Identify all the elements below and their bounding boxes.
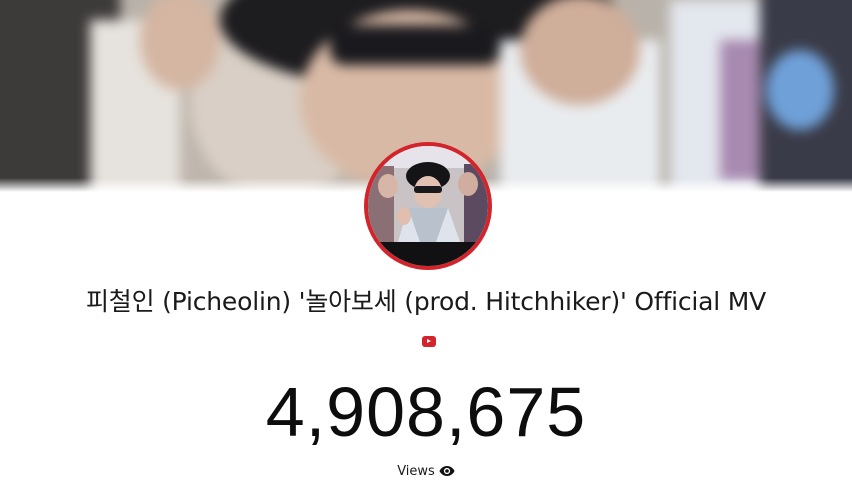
view-counter-page: 피철인 (Picheolin) '놀아보세 (prod. Hitchhiker)…: [0, 0, 852, 504]
views-label-row: Views: [0, 464, 852, 479]
eye-icon: [439, 466, 455, 476]
views-label: Views: [397, 464, 435, 479]
youtube-icon[interactable]: [422, 336, 436, 347]
video-title: 피철인 (Picheolin) '놀아보세 (prod. Hitchhiker)…: [85, 287, 767, 316]
view-count: 4,908,675: [265, 373, 587, 451]
channel-avatar[interactable]: [364, 142, 492, 270]
avatar-photo: [368, 146, 488, 266]
